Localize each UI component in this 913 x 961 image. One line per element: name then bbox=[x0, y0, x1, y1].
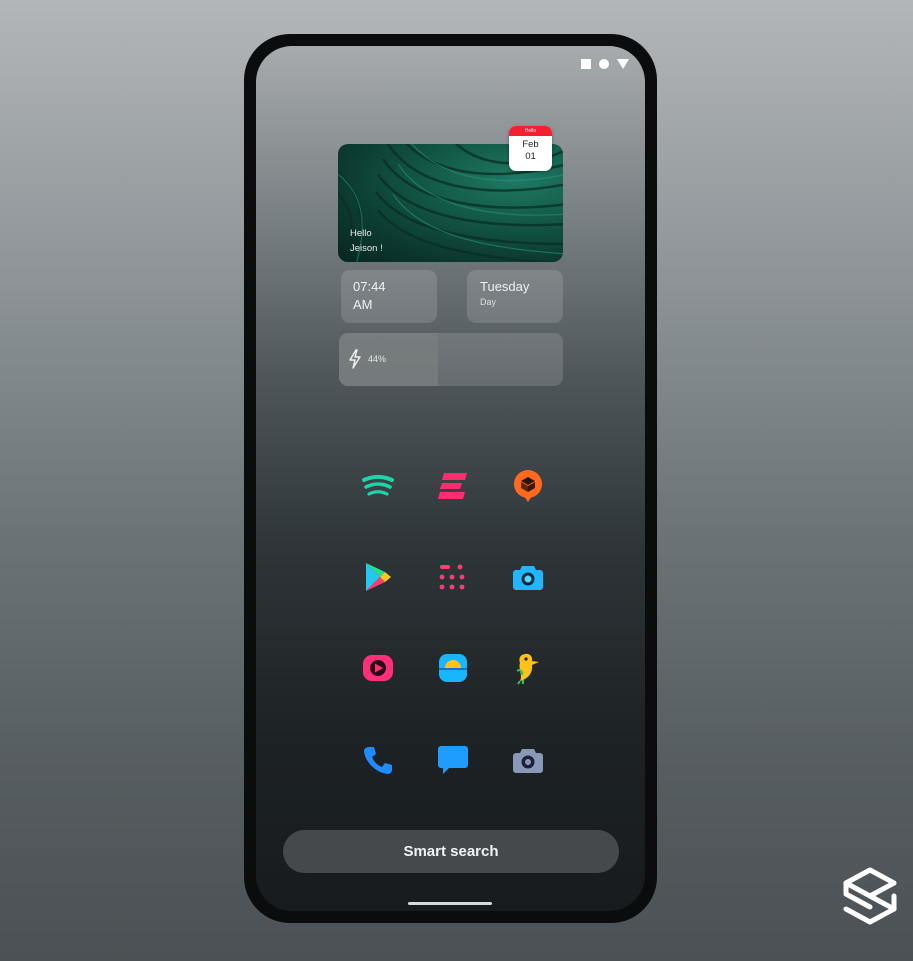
smart-search-label: Smart search bbox=[403, 843, 499, 860]
home-screen: Hello Jeison ! Hello Feb 01 07:44 AM Tue… bbox=[256, 46, 645, 911]
app-grid bbox=[360, 468, 546, 774]
phone-icon bbox=[364, 747, 392, 774]
calendar-month: Feb bbox=[522, 139, 539, 150]
clock-widget[interactable]: 07:44 AM bbox=[341, 270, 437, 323]
weather-app[interactable] bbox=[435, 650, 471, 686]
grey-camera-app[interactable] bbox=[510, 742, 546, 778]
greeting-line-2: Jeison ! bbox=[350, 243, 383, 254]
calendar-badge[interactable]: Hello Feb 01 bbox=[509, 126, 552, 171]
spotify-app[interactable] bbox=[360, 468, 396, 504]
clock-text: 07:44 AM bbox=[353, 278, 386, 314]
clock-meridiem: AM bbox=[353, 297, 373, 312]
greeting-line-1: Hello bbox=[350, 228, 372, 239]
grey-camera-icon bbox=[513, 749, 543, 773]
camera-icon bbox=[513, 566, 543, 590]
spotify-icon bbox=[362, 475, 394, 496]
square-icon bbox=[581, 59, 591, 69]
weather-icon bbox=[439, 654, 467, 682]
e-letter-icon bbox=[438, 473, 467, 499]
home-indicator[interactable] bbox=[408, 902, 492, 905]
phone-frame: Hello Jeison ! Hello Feb 01 07:44 AM Tue… bbox=[244, 34, 657, 923]
messages-app[interactable] bbox=[435, 742, 471, 778]
dots-grid-icon bbox=[439, 564, 465, 590]
dots-app[interactable] bbox=[435, 559, 471, 595]
calendar-header: Hello bbox=[509, 126, 552, 136]
youtube-app[interactable] bbox=[360, 650, 396, 686]
play-store-icon bbox=[366, 563, 391, 591]
stacked-s-logo-icon bbox=[843, 867, 897, 925]
triangle-icon bbox=[617, 59, 629, 69]
map-app[interactable] bbox=[510, 468, 546, 504]
status-bar bbox=[581, 59, 629, 69]
battery-percent: 44% bbox=[368, 354, 387, 364]
greeting-text: Hello Jeison ! bbox=[350, 226, 383, 256]
day-caption: Day bbox=[480, 297, 497, 307]
phone-app[interactable] bbox=[360, 742, 396, 778]
battery-widget[interactable]: 44% bbox=[339, 333, 563, 386]
smart-search-bar[interactable]: Smart search bbox=[283, 830, 619, 873]
message-icon bbox=[438, 746, 468, 774]
bird-icon bbox=[516, 653, 539, 685]
youtube-icon bbox=[363, 655, 393, 681]
lightning-icon bbox=[349, 349, 361, 369]
calendar-day: 01 bbox=[525, 151, 536, 162]
clock-time: 07:44 bbox=[353, 279, 386, 294]
e-app[interactable] bbox=[435, 468, 471, 504]
play-store-app[interactable] bbox=[360, 559, 396, 595]
day-widget[interactable]: Tuesday Day bbox=[467, 270, 563, 323]
camera-app[interactable] bbox=[510, 559, 546, 595]
weekday-label: Tuesday bbox=[480, 279, 530, 294]
map-pin-icon bbox=[514, 470, 542, 502]
bird-app[interactable] bbox=[510, 650, 546, 686]
circle-icon bbox=[599, 59, 609, 69]
